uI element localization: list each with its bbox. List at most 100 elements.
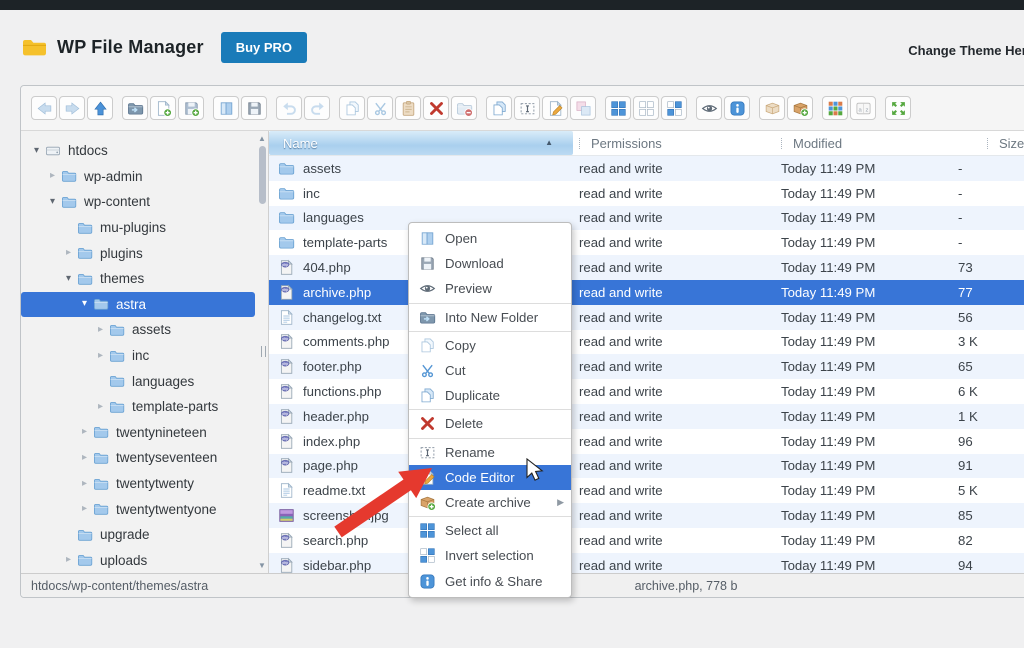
up-button[interactable] bbox=[87, 96, 113, 120]
caret-closed-icon[interactable]: ▸ bbox=[93, 325, 108, 335]
change-theme-link[interactable]: Change Theme Here bbox=[908, 43, 1024, 58]
delete-button[interactable] bbox=[423, 96, 449, 120]
tree-item-wp-admin[interactable]: ▸wp-admin bbox=[21, 164, 255, 190]
caret-closed-icon[interactable]: ▸ bbox=[93, 351, 108, 361]
column-header-permissions[interactable]: Permissions bbox=[573, 131, 763, 155]
rename-button[interactable] bbox=[514, 96, 540, 120]
scrollbar-thumb[interactable] bbox=[259, 146, 266, 204]
open-button[interactable] bbox=[213, 96, 239, 120]
archive-button[interactable] bbox=[787, 96, 813, 120]
tree-item-languages[interactable]: languages bbox=[21, 368, 255, 394]
file-row-page.php[interactable]: phppage.phpread and writeToday 11:49 PM9… bbox=[269, 454, 1024, 479]
column-header-size[interactable]: Size bbox=[951, 131, 1024, 155]
tree-item-astra[interactable]: ▾astra bbox=[21, 292, 255, 318]
cut-button[interactable] bbox=[367, 96, 393, 120]
file-row-archive.php[interactable]: phparchive.phpread and writeToday 11:49 … bbox=[269, 280, 1024, 305]
caret-closed-icon[interactable]: ▸ bbox=[61, 248, 76, 258]
menu-item-download[interactable]: Download bbox=[409, 251, 571, 276]
tree-item-htdocs[interactable]: ▾htdocs bbox=[21, 138, 255, 164]
file-row-index.php[interactable]: phpindex.phpread and writeToday 11:49 PM… bbox=[269, 429, 1024, 454]
caret-closed-icon[interactable]: ▸ bbox=[77, 504, 92, 514]
redo-button[interactable] bbox=[304, 96, 330, 120]
extract-button[interactable] bbox=[759, 96, 785, 120]
new-file-button[interactable] bbox=[150, 96, 176, 120]
caret-closed-icon[interactable]: ▸ bbox=[77, 427, 92, 437]
file-row-search.php[interactable]: phpsearch.phpread and writeToday 11:49 P… bbox=[269, 528, 1024, 553]
file-row-404.php[interactable]: php404.phpread and writeToday 11:49 PM73 bbox=[269, 255, 1024, 280]
file-row-readme.txt[interactable]: readme.txtread and writeToday 11:49 PM5 … bbox=[269, 478, 1024, 503]
file-row-changelog.txt[interactable]: changelog.txtread and writeToday 11:49 P… bbox=[269, 305, 1024, 330]
file-row-languages[interactable]: languagesread and writeToday 11:49 PM- bbox=[269, 206, 1024, 231]
column-header-modified[interactable]: Modified bbox=[763, 131, 951, 155]
file-row-assets[interactable]: assetsread and writeToday 11:49 PM- bbox=[269, 156, 1024, 181]
tree-item-mu-plugins[interactable]: mu-plugins bbox=[21, 215, 255, 241]
menu-item-select-all[interactable]: Select all bbox=[409, 518, 571, 543]
new-folder-button[interactable] bbox=[122, 96, 148, 120]
tree-item-upgrade[interactable]: upgrade bbox=[21, 522, 255, 548]
fullscreen-button[interactable] bbox=[885, 96, 911, 120]
undo-button[interactable] bbox=[276, 96, 302, 120]
menu-item-into-new-folder[interactable]: Into New Folder bbox=[409, 305, 571, 330]
file-row-inc[interactable]: incread and writeToday 11:49 PM- bbox=[269, 181, 1024, 206]
tree-item-themes[interactable]: ▾themes bbox=[21, 266, 255, 292]
file-row-header.php[interactable]: phpheader.phpread and writeToday 11:49 P… bbox=[269, 404, 1024, 429]
tree-item-plugins[interactable]: ▸plugins bbox=[21, 240, 255, 266]
caret-closed-icon[interactable]: ▸ bbox=[77, 453, 92, 463]
download-button[interactable] bbox=[241, 96, 267, 120]
tree-item-twentyseventeen[interactable]: ▸twentyseventeen bbox=[21, 445, 255, 471]
file-row-footer.php[interactable]: phpfooter.phpread and writeToday 11:49 P… bbox=[269, 354, 1024, 379]
caret-closed-icon[interactable]: ▸ bbox=[93, 402, 108, 412]
upload-button[interactable] bbox=[178, 96, 204, 120]
duplicate-button[interactable] bbox=[486, 96, 512, 120]
menu-item-invert-selection[interactable]: Invert selection bbox=[409, 543, 571, 568]
tree-resize-handle[interactable] bbox=[261, 346, 266, 357]
back-button[interactable] bbox=[31, 96, 57, 120]
info-button[interactable] bbox=[724, 96, 750, 120]
caret-open-icon[interactable]: ▾ bbox=[29, 146, 44, 156]
tree-item-wp-content[interactable]: ▾wp-content bbox=[21, 189, 255, 215]
tree-item-twentytwenty[interactable]: ▸twentytwenty bbox=[21, 471, 255, 497]
tree-item-twentynineteen[interactable]: ▸twentynineteen bbox=[21, 420, 255, 446]
tree-item-assets[interactable]: ▸assets bbox=[21, 317, 255, 343]
menu-item-delete[interactable]: Delete bbox=[409, 411, 571, 436]
preview-button[interactable] bbox=[696, 96, 722, 120]
sort-alpha-button[interactable]: az bbox=[850, 96, 876, 120]
view-list-button[interactable] bbox=[633, 96, 659, 120]
file-row-template-parts[interactable]: template-partsread and writeToday 11:49 … bbox=[269, 230, 1024, 255]
caret-closed-icon[interactable]: ▸ bbox=[45, 171, 60, 181]
sort-button[interactable] bbox=[661, 96, 687, 120]
caret-open-icon[interactable]: ▾ bbox=[45, 197, 60, 207]
empty-folder-button[interactable] bbox=[451, 96, 477, 120]
edit-button[interactable] bbox=[542, 96, 568, 120]
file-row-comments.php[interactable]: phpcomments.phpread and writeToday 11:49… bbox=[269, 330, 1024, 355]
column-header-name[interactable]: Name ▲ bbox=[269, 131, 573, 155]
caret-closed-icon[interactable]: ▸ bbox=[61, 555, 76, 565]
menu-item-preview[interactable]: Preview bbox=[409, 276, 571, 301]
menu-item-create-archive[interactable]: Create archive▶ bbox=[409, 490, 571, 515]
caret-open-icon[interactable]: ▾ bbox=[61, 274, 76, 284]
buy-pro-button[interactable]: Buy PRO bbox=[221, 32, 307, 63]
view-icons-button[interactable] bbox=[605, 96, 631, 120]
scroll-down-icon[interactable]: ▼ bbox=[257, 561, 267, 570]
paste-button[interactable] bbox=[395, 96, 421, 120]
resize-button[interactable] bbox=[570, 96, 596, 120]
menu-item-cut[interactable]: Cut bbox=[409, 358, 571, 383]
file-row-functions.php[interactable]: phpfunctions.phpread and writeToday 11:4… bbox=[269, 379, 1024, 404]
menu-item-get-info-share[interactable]: Get info & Share bbox=[409, 568, 571, 593]
file-row-screenshot.jpg[interactable]: screenshot.jpgread and writeToday 11:49 … bbox=[269, 503, 1024, 528]
tree-item-uploads[interactable]: ▸uploads bbox=[21, 548, 255, 574]
menu-item-duplicate[interactable]: Duplicate bbox=[409, 383, 571, 408]
copy-button[interactable] bbox=[339, 96, 365, 120]
caret-open-icon[interactable]: ▾ bbox=[77, 299, 92, 309]
file-row-sidebar.php[interactable]: phpsidebar.phpread and writeToday 11:49 … bbox=[269, 553, 1024, 573]
menu-item-code-editor[interactable]: Code Editor bbox=[409, 465, 571, 490]
scroll-up-icon[interactable]: ▲ bbox=[257, 134, 267, 143]
colored-grid-button[interactable] bbox=[822, 96, 848, 120]
menu-item-copy[interactable]: Copy bbox=[409, 333, 571, 358]
tree-item-inc[interactable]: ▸inc bbox=[21, 343, 255, 369]
forward-button[interactable] bbox=[59, 96, 85, 120]
menu-item-rename[interactable]: Rename bbox=[409, 440, 571, 465]
tree-item-twentytwentyone[interactable]: ▸twentytwentyone bbox=[21, 496, 255, 522]
caret-closed-icon[interactable]: ▸ bbox=[77, 479, 92, 489]
tree-item-template-parts[interactable]: ▸template-parts bbox=[21, 394, 255, 420]
